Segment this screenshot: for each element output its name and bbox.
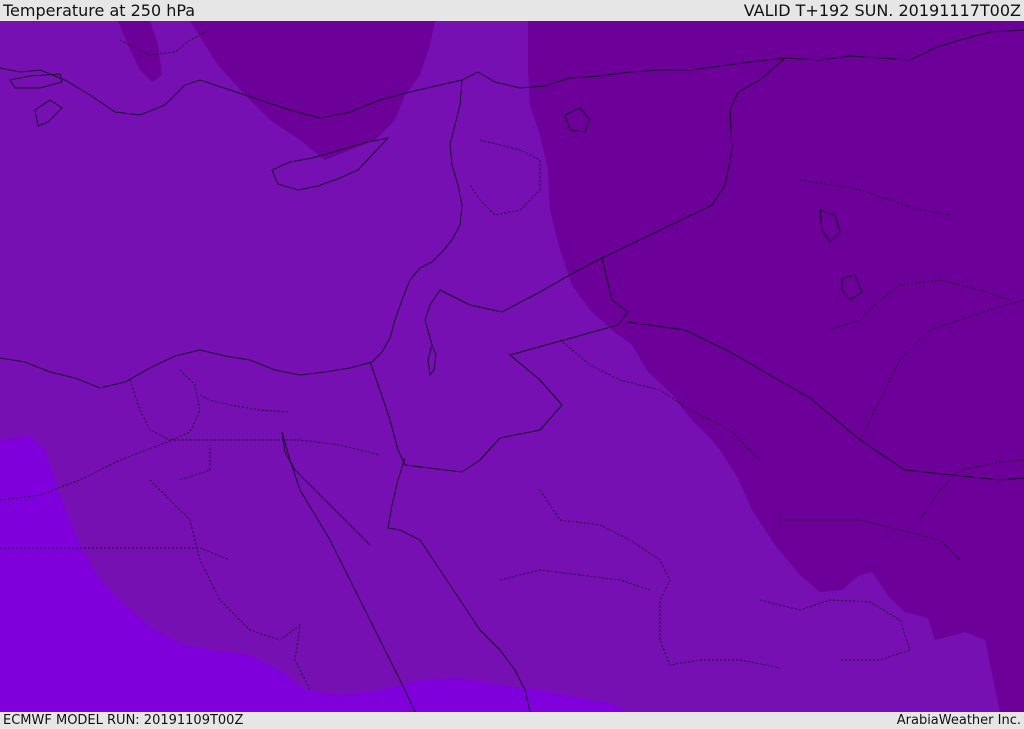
model-run-label: ECMWF MODEL RUN: 20191109T00Z: [3, 713, 244, 728]
map-title: Temperature at 250 hPa: [3, 1, 196, 20]
temperature-map: [0, 21, 1024, 712]
valid-time-label: VALID T+192 SUN. 20191117T00Z: [743, 1, 1021, 20]
footer-bar: ECMWF MODEL RUN: 20191109T00Z ArabiaWeat…: [0, 712, 1024, 729]
header-bar: Temperature at 250 hPa VALID T+192 SUN. …: [0, 0, 1024, 21]
credit-label: ArabiaWeather Inc.: [896, 713, 1021, 728]
